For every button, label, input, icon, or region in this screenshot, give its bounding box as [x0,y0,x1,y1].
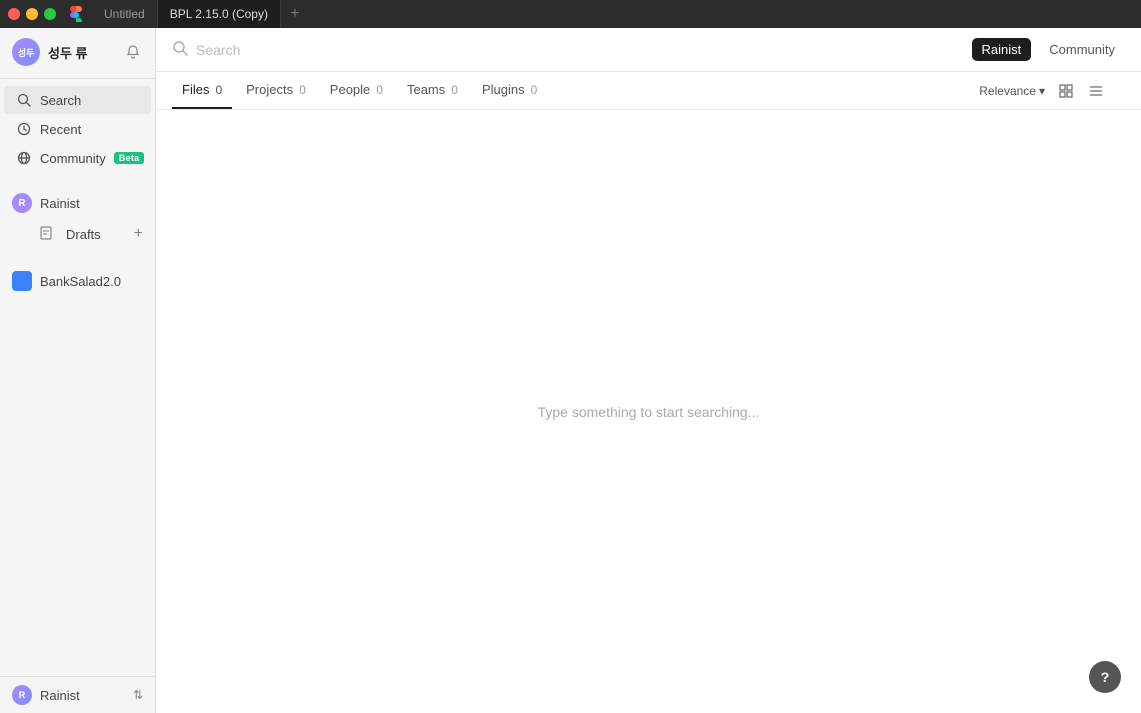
add-tab-button[interactable]: + [281,0,309,28]
help-button[interactable]: ? [1089,661,1121,693]
filter-files-label: Files [182,82,209,97]
scope-community-button[interactable]: Community [1039,38,1125,61]
team-color [12,271,32,291]
drafts-icon [40,226,52,243]
help-label: ? [1101,669,1110,685]
sidebar-item-recent[interactable]: Recent [4,115,151,143]
drafts-label: Drafts [66,227,126,242]
empty-message: Type something to start searching... [538,404,760,420]
list-view-button[interactable] [1083,78,1109,104]
personal-section: R Rainist Drafts + [0,179,155,257]
team-label: BankSalad2.0 [40,274,143,289]
filter-tabs: Files 0 Projects 0 People 0 Teams 0 Plug… [156,72,1141,110]
app-layout: 성두 성두 류 Search [0,28,1141,713]
scope-rainist-button[interactable]: Rainist [972,38,1032,61]
filter-plugins-count: 0 [531,83,538,97]
close-button[interactable] [8,8,20,20]
sidebar-nav: Search Recent [0,79,155,179]
personal-label: Rainist [40,196,143,211]
view-buttons [1053,78,1109,104]
filter-tab-people[interactable]: People 0 [320,72,393,109]
search-actions: Rainist Community [972,38,1126,61]
filter-tab-projects[interactable]: Projects 0 [236,72,316,109]
tab-bpl[interactable]: BPL 2.15.0 (Copy) [158,0,281,28]
maximize-button[interactable] [44,8,56,20]
filter-teams-count: 0 [451,83,458,97]
sidebar: 성두 성두 류 Search [0,28,156,713]
search-icon [172,40,188,59]
search-icon [16,92,32,108]
titlebar: Untitled BPL 2.15.0 (Copy) + [0,0,1141,28]
sidebar-top: 성두 성두 류 [0,28,155,79]
tab-list: Untitled BPL 2.15.0 (Copy) + [92,0,1133,28]
filter-files-count: 0 [215,83,222,97]
main-content: Rainist Community Files 0 Projects 0 Peo… [156,28,1141,713]
filter-people-label: People [330,82,370,97]
community-icon [16,150,32,166]
personal-workspace[interactable]: R Rainist [0,187,155,219]
grid-view-button[interactable] [1053,78,1079,104]
bottom-avatar: R [12,685,32,705]
drafts-item[interactable]: Drafts + [0,219,155,249]
filter-teams-label: Teams [407,82,445,97]
filter-plugins-label: Plugins [482,82,525,97]
sidebar-item-community-label: Community [40,151,106,166]
bottom-name: Rainist [40,688,125,703]
filter-tab-teams[interactable]: Teams 0 [397,72,468,109]
tab-untitled[interactable]: Untitled [92,0,158,28]
app-icon [68,6,84,22]
sort-button[interactable]: Relevance ▾ [979,84,1045,98]
sort-controls: Relevance ▾ [963,78,1125,104]
user-name: 성두 류 [48,43,115,62]
filter-projects-label: Projects [246,82,293,97]
filter-tab-plugins[interactable]: Plugins 0 [472,72,547,109]
traffic-lights [8,8,56,20]
search-input[interactable] [196,42,964,58]
sort-chevron: ▾ [1039,84,1045,98]
team-banksalad[interactable]: BankSalad2.0 [0,265,155,297]
avatar: 성두 [12,38,40,66]
filter-tab-files[interactable]: Files 0 [172,72,232,109]
beta-badge: Beta [114,152,145,164]
add-draft-button[interactable]: + [134,225,143,243]
sort-label: Relevance [979,84,1036,98]
notification-button[interactable] [123,42,143,62]
search-bar: Rainist Community [156,28,1141,72]
minimize-button[interactable] [26,8,38,20]
sidebar-item-community[interactable]: Community Beta [4,144,151,172]
empty-state: Type something to start searching... [156,110,1141,713]
sidebar-item-recent-label: Recent [40,122,81,137]
personal-avatar: R [12,193,32,213]
user-row: 성두 성두 류 [12,38,143,66]
filter-people-count: 0 [376,83,383,97]
teams-section: BankSalad2.0 [0,257,155,305]
expand-icon: ⇅ [133,688,143,702]
sidebar-bottom[interactable]: R Rainist ⇅ [0,676,155,713]
recent-icon [16,121,32,137]
filter-projects-count: 0 [299,83,306,97]
sidebar-item-search[interactable]: Search [4,86,151,114]
sidebar-item-search-label: Search [40,93,81,108]
